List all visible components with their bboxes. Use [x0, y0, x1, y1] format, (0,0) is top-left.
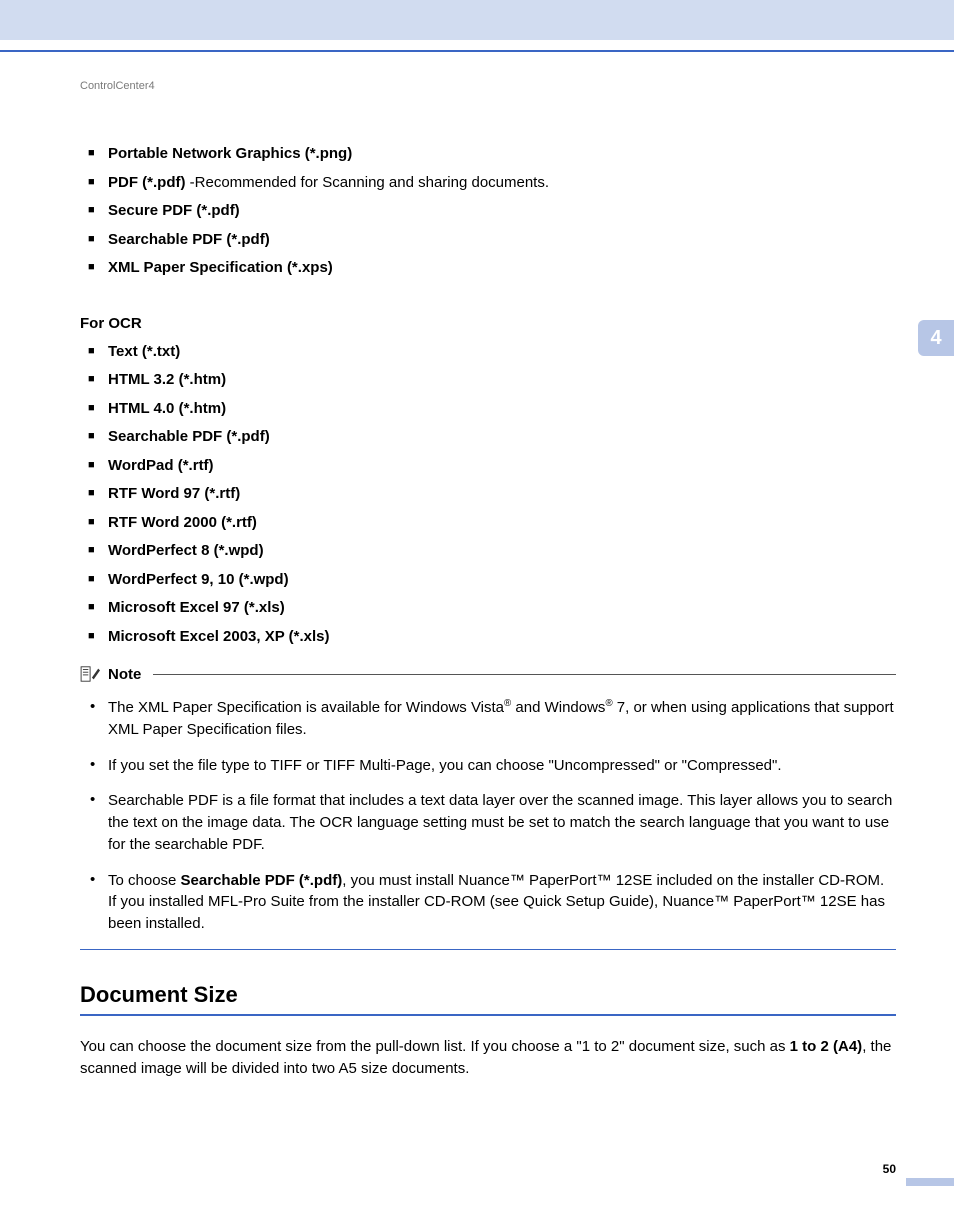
note-list: The XML Paper Specification is available…: [80, 697, 896, 935]
ocr-subhead: For OCR: [80, 315, 896, 332]
note-bottom-rule: [80, 949, 896, 950]
note-bold: Searchable PDF (*.pdf): [181, 872, 343, 889]
note-text: and Windows: [511, 699, 605, 716]
list-item-bold: RTF Word 2000 (*.rtf): [108, 514, 257, 531]
list-item: Portable Network Graphics (*.png): [94, 140, 896, 169]
list-item: Secure PDF (*.pdf): [94, 197, 896, 226]
list-item: WordPad (*.rtf): [94, 452, 896, 481]
list-item-bold: Searchable PDF (*.pdf): [108, 428, 270, 445]
list-item: Searchable PDF (*.pdf): [94, 423, 896, 452]
list-item-bold: PDF (*.pdf): [108, 174, 185, 191]
note-text: The XML Paper Specification is available…: [108, 699, 504, 716]
list-item: Microsoft Excel 2003, XP (*.xls): [94, 623, 896, 652]
list-item: WordPerfect 8 (*.wpd): [94, 537, 896, 566]
note-label: Note: [108, 666, 141, 683]
list-item-bold: RTF Word 97 (*.rtf): [108, 485, 240, 502]
para-bold: 1 to 2 (A4): [790, 1038, 863, 1055]
list-item-bold: Portable Network Graphics (*.png): [108, 145, 352, 162]
format-list-1: Portable Network Graphics (*.png) PDF (*…: [80, 140, 896, 283]
list-item: WordPerfect 9, 10 (*.wpd): [94, 566, 896, 595]
list-item: RTF Word 2000 (*.rtf): [94, 509, 896, 538]
list-item: HTML 4.0 (*.htm): [94, 395, 896, 424]
page-content: ControlCenter4 Portable Network Graphics…: [80, 80, 896, 1079]
top-rule: [0, 50, 954, 52]
note-text: To choose: [108, 872, 181, 889]
list-item-bold: HTML 3.2 (*.htm): [108, 371, 226, 388]
list-item-bold: WordPerfect 8 (*.wpd): [108, 542, 264, 559]
footer-accent: [906, 1178, 954, 1186]
list-item: Text (*.txt): [94, 338, 896, 367]
section-rule: [80, 1014, 896, 1016]
list-item: HTML 3.2 (*.htm): [94, 366, 896, 395]
section-paragraph: You can choose the document size from th…: [80, 1036, 896, 1080]
page-number: 50: [883, 1162, 896, 1176]
top-banner: [0, 0, 954, 40]
chapter-tab: 4: [918, 320, 954, 356]
list-item-bold: WordPad (*.rtf): [108, 457, 214, 474]
list-item: Microsoft Excel 97 (*.xls): [94, 594, 896, 623]
list-item: XML Paper Specification (*.xps): [94, 254, 896, 283]
list-item-bold: Searchable PDF (*.pdf): [108, 231, 270, 248]
registered-mark: ®: [605, 698, 612, 709]
note-item: Searchable PDF is a file format that inc…: [94, 790, 896, 855]
section-title: Document Size: [80, 982, 896, 1008]
list-item-bold: XML Paper Specification (*.xps): [108, 259, 333, 276]
list-item: PDF (*.pdf) -Recommended for Scanning an…: [94, 169, 896, 198]
list-item-rest: -Recommended for Scanning and sharing do…: [185, 174, 549, 191]
note-item: To choose Searchable PDF (*.pdf), you mu…: [94, 870, 896, 935]
note-item: If you set the file type to TIFF or TIFF…: [94, 755, 896, 777]
note-header: Note: [80, 665, 896, 683]
para-text: You can choose the document size from th…: [80, 1038, 790, 1055]
list-item-bold: Text (*.txt): [108, 343, 180, 360]
note-divider: [153, 674, 896, 675]
list-item-bold: HTML 4.0 (*.htm): [108, 400, 226, 417]
format-list-2: Text (*.txt) HTML 3.2 (*.htm) HTML 4.0 (…: [80, 338, 896, 652]
running-header: ControlCenter4: [80, 80, 896, 92]
list-item: Searchable PDF (*.pdf): [94, 226, 896, 255]
note-text: If you set the file type to TIFF or TIFF…: [108, 757, 782, 774]
list-item-bold: WordPerfect 9, 10 (*.wpd): [108, 571, 289, 588]
note-pencil-icon: [80, 665, 102, 683]
list-item-bold: Microsoft Excel 97 (*.xls): [108, 599, 285, 616]
note-block: Note The XML Paper Specification is avai…: [80, 665, 896, 950]
list-item-bold: Microsoft Excel 2003, XP (*.xls): [108, 628, 330, 645]
list-item: RTF Word 97 (*.rtf): [94, 480, 896, 509]
list-item-bold: Secure PDF (*.pdf): [108, 202, 240, 219]
note-item: The XML Paper Specification is available…: [94, 697, 896, 741]
note-text: Searchable PDF is a file format that inc…: [108, 792, 892, 853]
